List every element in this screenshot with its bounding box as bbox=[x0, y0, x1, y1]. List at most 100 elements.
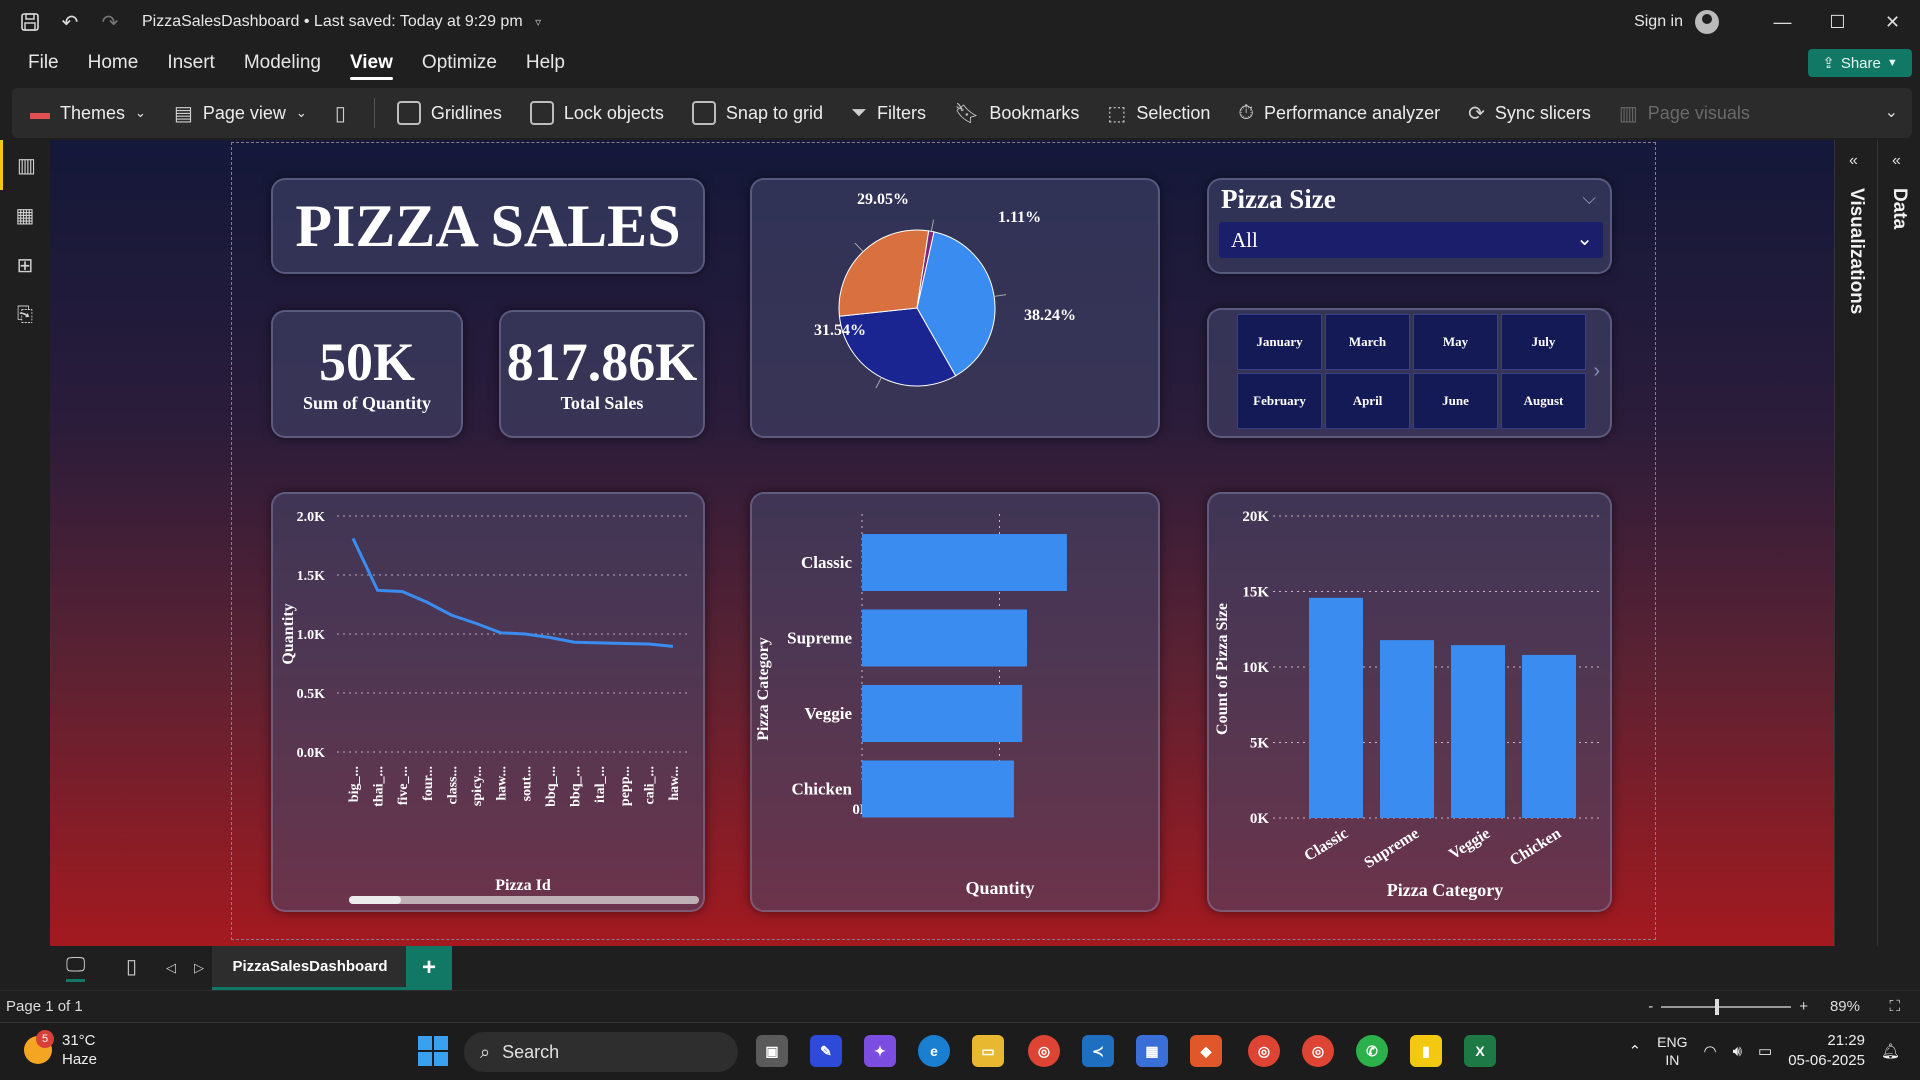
zoom-slider[interactable] bbox=[1661, 998, 1792, 1015]
task-view-icon[interactable]: ▣ bbox=[756, 1035, 788, 1067]
chevron-right-icon[interactable]: › bbox=[1593, 360, 1600, 383]
menu-help[interactable]: Help bbox=[526, 44, 565, 82]
kpi-sales-label: Total Sales bbox=[560, 392, 644, 413]
menu-view[interactable]: View bbox=[349, 44, 393, 82]
ribbon-expand-icon[interactable]: ⌄ bbox=[1885, 102, 1898, 122]
kpi-card-quantity[interactable]: 50K Sum of Quantity bbox=[271, 310, 463, 438]
menu-optimize[interactable]: Optimize bbox=[422, 44, 497, 82]
app-icon[interactable]: ✎ bbox=[810, 1035, 842, 1067]
month-tile[interactable]: August bbox=[1501, 373, 1586, 429]
next-page-icon[interactable]: ▷ bbox=[194, 960, 204, 976]
start-button[interactable] bbox=[418, 1036, 448, 1066]
zoom-out-button[interactable]: - bbox=[1648, 998, 1653, 1015]
horizontal-bar-chart-card[interactable]: 0K10KClassicSupremeVeggieChickenPizza Ca… bbox=[750, 492, 1160, 912]
pie-chart-card[interactable]: 38.24% 31.54% 29.05% 1.11% bbox=[750, 178, 1160, 438]
copilot-icon[interactable]: ✦ bbox=[864, 1035, 896, 1067]
mobile-layout-button[interactable]: ▯ bbox=[335, 101, 346, 126]
checkbox-icon bbox=[396, 101, 421, 125]
visualizations-pane[interactable]: « Visualizations bbox=[1834, 140, 1877, 946]
month-tile[interactable]: April bbox=[1325, 373, 1410, 429]
chevron-up-icon[interactable]: ⌃ bbox=[1629, 1042, 1642, 1060]
vertical-bar-chart-card[interactable]: 0K 5K 10K 15K 20K Classic Supreme Veggie Chicken… bbox=[1207, 492, 1612, 912]
date: 05-06-2025 bbox=[1788, 1052, 1865, 1069]
redo-icon[interactable]: ↷ bbox=[90, 0, 130, 44]
expand-pane-icon[interactable]: « bbox=[1892, 152, 1901, 170]
mobile-layout-icon[interactable]: ▯ bbox=[126, 954, 137, 979]
sync-slicers-button[interactable]: ⟳ Sync slicers bbox=[1468, 101, 1591, 126]
tab-pizza-sales-dashboard[interactable]: PizzaSalesDashboard bbox=[212, 946, 408, 990]
snap-to-grid-checkbox[interactable]: Snap to grid bbox=[691, 101, 823, 125]
report-view-icon[interactable]: ▥ bbox=[0, 140, 50, 190]
expand-pane-icon[interactable]: « bbox=[1849, 152, 1858, 170]
fit-to-page-icon[interactable]: ⛶ bbox=[1889, 998, 1900, 1015]
notification-icon[interactable]: 🔔︎ bbox=[1881, 1042, 1900, 1060]
maximize-button[interactable]: ☐ bbox=[1810, 0, 1865, 44]
month-tile[interactable]: June bbox=[1413, 373, 1498, 429]
whatsapp-icon[interactable]: ✆ bbox=[1356, 1035, 1388, 1067]
model-view-icon[interactable]: ⊞ bbox=[0, 240, 50, 290]
battery-icon[interactable]: ▭ bbox=[1758, 1042, 1772, 1060]
chrome-profile-icon[interactable]: ◎ bbox=[1302, 1035, 1334, 1067]
wifi-icon[interactable]: ◠ bbox=[1703, 1042, 1716, 1060]
language-indicator[interactable]: ENG IN bbox=[1657, 1033, 1687, 1069]
store-icon[interactable]: ▦ bbox=[1136, 1035, 1168, 1067]
page-view-button[interactable]: ▤ Page view ⌄ bbox=[174, 101, 307, 126]
x-axis-title: Quantity bbox=[965, 878, 1034, 898]
bar bbox=[862, 760, 1014, 818]
sign-in-link[interactable]: Sign in bbox=[1634, 13, 1683, 31]
save-icon[interactable] bbox=[10, 0, 50, 44]
month-tile[interactable]: July bbox=[1501, 314, 1586, 370]
avatar[interactable] bbox=[1695, 10, 1719, 34]
y-tick-label: Classic bbox=[801, 553, 852, 572]
chrome-profile-icon[interactable]: ◎ bbox=[1248, 1035, 1280, 1067]
selection-button[interactable]: ⬚ Selection bbox=[1107, 101, 1210, 126]
menu-home[interactable]: Home bbox=[88, 44, 139, 82]
close-button[interactable]: ✕ bbox=[1865, 0, 1920, 44]
previous-page-icon[interactable]: ◁ bbox=[166, 960, 176, 976]
pizza-size-slicer[interactable]: Pizza Size ⌵ All ⌄ bbox=[1207, 178, 1612, 274]
month-tile[interactable]: February bbox=[1237, 373, 1322, 429]
pizza-size-dropdown[interactable]: All ⌄ bbox=[1219, 222, 1603, 258]
month-tile[interactable]: May bbox=[1413, 314, 1498, 370]
menu-insert[interactable]: Insert bbox=[167, 44, 215, 82]
zoom-level: 89% bbox=[1829, 998, 1860, 1015]
month-tile[interactable]: January bbox=[1237, 314, 1322, 370]
file-name: PizzaSalesDashboard bbox=[142, 13, 300, 30]
title-card[interactable]: PIZZA SALES bbox=[271, 178, 705, 274]
dax-query-icon[interactable]: ⎘ bbox=[0, 290, 50, 340]
chevron-down-icon[interactable]: ▿ bbox=[535, 15, 541, 29]
taskbar-search[interactable]: ⌕ Search bbox=[464, 1032, 738, 1072]
themes-button[interactable]: ▬ Themes ⌄ bbox=[30, 102, 146, 125]
menu-modeling[interactable]: Modeling bbox=[244, 44, 321, 82]
data-pane[interactable]: « Data bbox=[1877, 140, 1920, 946]
minimize-button[interactable]: — bbox=[1755, 0, 1810, 44]
add-page-button[interactable]: + bbox=[406, 946, 452, 990]
line-chart-card[interactable]: 0.0K 0.5K 1.0K 1.5K 2.0K big_... thai_... five_… bbox=[271, 492, 705, 912]
clock[interactable]: 21:29 05-06-2025 bbox=[1788, 1031, 1865, 1071]
undo-icon[interactable]: ↶ bbox=[50, 0, 90, 44]
power-bi-icon[interactable]: ▮ bbox=[1410, 1035, 1442, 1067]
pie-data-label: 29.05% bbox=[857, 191, 909, 208]
chevron-down-icon[interactable]: ⌵ bbox=[1582, 188, 1596, 209]
table-view-icon[interactable]: ▦ bbox=[0, 190, 50, 240]
zoom-in-button[interactable]: + bbox=[1799, 998, 1808, 1015]
bookmarks-button[interactable]: 🔖︎ Bookmarks bbox=[954, 101, 1079, 126]
month-tile[interactable]: March bbox=[1325, 314, 1410, 370]
filters-button[interactable]: ⏷ Filters bbox=[851, 102, 926, 125]
brave-icon[interactable]: ◆ bbox=[1190, 1035, 1222, 1067]
menu-file[interactable]: File bbox=[28, 44, 59, 82]
excel-icon[interactable]: X bbox=[1464, 1035, 1496, 1067]
chrome-icon[interactable]: ◎ bbox=[1028, 1035, 1060, 1067]
zoom-slider-thumb[interactable] bbox=[1715, 998, 1720, 1015]
edge-icon[interactable]: e bbox=[918, 1035, 950, 1067]
lock-objects-checkbox[interactable]: Lock objects bbox=[529, 101, 664, 125]
desktop-layout-icon[interactable]: 🖵︎ bbox=[66, 954, 86, 982]
gridlines-checkbox[interactable]: Gridlines bbox=[396, 101, 502, 125]
performance-analyzer-button[interactable]: ⏱ Performance analyzer bbox=[1238, 102, 1440, 125]
weather-widget[interactable]: 5 31°C Haze bbox=[24, 1030, 97, 1069]
file-explorer-icon[interactable]: ▭ bbox=[972, 1035, 1004, 1067]
share-button[interactable]: ⇪ Share ▼ bbox=[1808, 49, 1912, 77]
volume-icon[interactable]: 🔊︎ bbox=[1733, 1043, 1742, 1060]
vscode-icon[interactable]: ≺ bbox=[1082, 1035, 1114, 1067]
kpi-card-sales[interactable]: 817.86K Total Sales bbox=[499, 310, 705, 438]
